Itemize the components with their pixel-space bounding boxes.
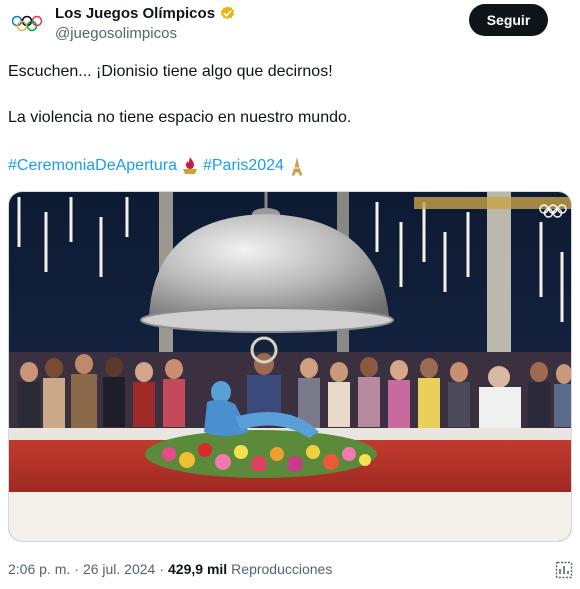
verified-badge-icon [220,6,235,20]
post-media-image[interactable] [8,191,572,542]
handle[interactable]: @juegosolimpicos [55,25,177,42]
views-count: 429,9 mil [168,561,228,577]
stats-icon[interactable] [554,560,574,580]
post-text-line-1: Escuchen... ¡Dionisio tiene algo que dec… [8,63,333,80]
hashtag-link[interactable]: #Paris2024 [203,157,284,175]
eiffel-tower-emoji-icon [291,156,303,176]
post-meta: 2:06 p. m. · 26 jul. 2024 · 429,9 mil Re… [8,561,332,577]
post-header: Los Juegos Olímpicos @juegosolimpicos Se… [0,0,580,50]
post-hashtags: #CeremoniaDeApertura #Paris2024 [8,156,306,176]
post-date[interactable]: 26 jul. 2024 [83,561,155,577]
name-row: Los Juegos Olímpicos [55,5,236,22]
post-time[interactable]: 2:06 p. m. [8,561,70,577]
post-text-line-2: La violencia no tiene espacio en nuestro… [8,109,352,126]
separator: · [159,561,165,577]
olympic-rings-icon [11,15,43,32]
display-name[interactable]: Los Juegos Olímpicos [55,5,215,22]
separator: · [74,561,79,577]
avatar[interactable] [10,10,44,38]
hashtag-link[interactable]: #CeremoniaDeApertura [8,157,177,175]
follow-button[interactable]: Seguir [469,4,548,36]
ceremony-photo [9,192,571,541]
views-label: Reproducciones [231,561,333,577]
flame-emoji-icon [182,157,197,174]
